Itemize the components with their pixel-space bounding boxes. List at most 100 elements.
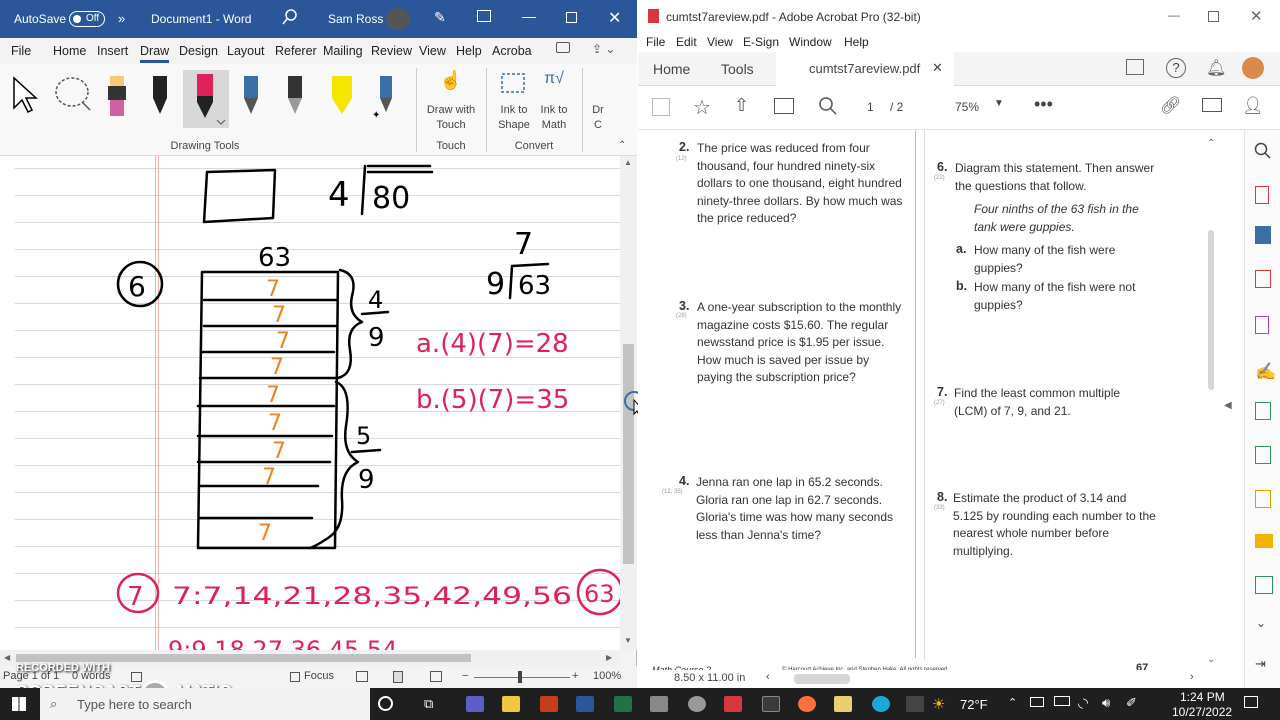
highlighter-yellow-icon[interactable]: [326, 72, 358, 122]
volume-icon[interactable]: 🔊︎: [1102, 695, 1110, 711]
document-canvas[interactable]: 4 80 63 7 9 63 6 777777777 4 9 5 9 a.(4)…: [0, 156, 620, 650]
menu-design[interactable]: Design: [179, 44, 218, 58]
add-user-icon[interactable]: 👤︎: [1242, 96, 1264, 116]
scroll-down-icon[interactable]: ▼: [624, 636, 632, 645]
print-icon[interactable]: [774, 98, 794, 114]
menu-layout[interactable]: Layout: [227, 44, 265, 58]
tab-home[interactable]: Home: [653, 61, 690, 77]
acrobat-maximize-icon[interactable]: [1208, 11, 1219, 22]
pen-black-icon[interactable]: [147, 72, 175, 122]
pane-search-icon[interactable]: [1254, 142, 1272, 163]
collapse-ribbon-icon[interactable]: ⌃: [618, 140, 626, 151]
acrobat-vertical-scrollbar[interactable]: ⌃ ⌄: [1203, 130, 1219, 670]
lasso-select-icon[interactable]: [52, 74, 96, 114]
avatar[interactable]: [386, 8, 410, 30]
notes-icon[interactable]: [834, 696, 852, 712]
tab-tools[interactable]: Tools: [721, 61, 754, 77]
search-icon[interactable]: [282, 9, 298, 28]
email-icon[interactable]: [1202, 98, 1222, 112]
calculator-icon[interactable]: [650, 696, 668, 712]
pen-icon[interactable]: ✎: [434, 9, 446, 26]
menu-review[interactable]: Review: [371, 44, 412, 58]
pencil-blue-icon[interactable]: [238, 72, 266, 122]
acro-scroll-thumb[interactable]: [1208, 230, 1214, 390]
ribbon-display-icon[interactable]: [477, 10, 491, 22]
hscroll-left-icon[interactable]: ‹: [766, 671, 770, 683]
more-pane-icon[interactable]: ⌄: [1256, 616, 1266, 630]
ribbon-cut-label-2[interactable]: C: [588, 119, 608, 131]
edge-icon[interactable]: [872, 696, 890, 712]
acro-menu-help[interactable]: Help: [844, 35, 869, 49]
highlighter-orange-icon[interactable]: [104, 72, 132, 122]
zoom-dropdown-icon[interactable]: ▼: [994, 98, 1004, 109]
acro-scroll-up-icon[interactable]: ⌃: [1207, 138, 1215, 149]
export-pdf-icon[interactable]: [1255, 226, 1271, 244]
zoom-slider-thumb[interactable]: [518, 671, 522, 683]
menu-view[interactable]: View: [419, 44, 446, 58]
compare-icon[interactable]: [1255, 446, 1271, 464]
scroll-up-icon[interactable]: ▲: [624, 158, 632, 167]
ink-to-math-button[interactable]: π√ Ink to Math: [534, 70, 574, 132]
autosave-toggle[interactable]: Off: [69, 11, 105, 27]
menu-help[interactable]: Help: [456, 44, 482, 58]
scroll-right-icon[interactable]: ▶: [606, 653, 612, 662]
camera-icon[interactable]: [688, 696, 706, 712]
app-icon[interactable]: [762, 696, 780, 712]
powerpoint-icon[interactable]: [540, 696, 558, 712]
zoom-out-icon[interactable]: −: [462, 670, 468, 682]
menu-draw[interactable]: Draw: [140, 44, 170, 63]
select-arrow-icon[interactable]: [10, 74, 40, 114]
draw-with-touch-button[interactable]: ☝ Draw with Touch: [420, 70, 482, 132]
ink-to-shape-button[interactable]: Ink to Shape: [494, 70, 534, 132]
windows-start-icon[interactable]: [12, 697, 26, 711]
notification-icon[interactable]: [1244, 696, 1258, 708]
more-tools-icon[interactable]: •••: [1034, 94, 1053, 115]
display-icon[interactable]: [1030, 697, 1044, 707]
zoom-in-icon[interactable]: +: [572, 670, 578, 682]
help-icon[interactable]: ?: [1166, 58, 1186, 78]
ribbon-cut-label-1[interactable]: Dr: [588, 104, 608, 116]
firefox-icon[interactable]: [798, 696, 816, 712]
acrobat-avatar[interactable]: [1242, 57, 1264, 79]
pen-tray-icon[interactable]: ✐: [1126, 695, 1137, 711]
tab-close-icon[interactable]: ✕: [932, 60, 943, 76]
acro-menu-view[interactable]: View: [707, 35, 733, 49]
organize-pages-icon[interactable]: [1255, 270, 1271, 288]
read-mode-icon[interactable]: [356, 671, 368, 682]
task-view-icon[interactable]: ⧉: [424, 696, 433, 712]
save-icon[interactable]: [652, 98, 670, 116]
menu-insert[interactable]: Insert: [97, 44, 128, 58]
menu-references[interactable]: Referer: [275, 44, 317, 58]
acro-hscroll-thumb[interactable]: [794, 674, 850, 684]
acro-scroll-down-icon[interactable]: ⌄: [1207, 654, 1215, 665]
comment-icon[interactable]: [556, 42, 570, 53]
pane-collapse-icon[interactable]: ⇥: [1255, 656, 1266, 672]
taskbar-search-box[interactable]: ⌕ Type here to search: [40, 688, 370, 720]
collapse-pane-icon[interactable]: ◀: [1224, 400, 1232, 411]
hscroll-right-icon[interactable]: ›: [1190, 671, 1194, 683]
word-scroll-thumb[interactable]: [623, 344, 634, 564]
acro-menu-file[interactable]: File: [646, 35, 665, 49]
print-layout-icon[interactable]: [393, 671, 403, 683]
status-focus[interactable]: Focus: [304, 670, 334, 682]
upload-icon[interactable]: ⇧: [734, 95, 749, 116]
acro-menu-window[interactable]: Window: [789, 35, 832, 49]
share-icon[interactable]: ⇪ ⌄: [592, 42, 615, 56]
battery-icon[interactable]: [1054, 696, 1070, 706]
export-icon[interactable]: [1255, 490, 1271, 508]
teams-icon[interactable]: [466, 696, 484, 712]
cortana-icon[interactable]: [378, 696, 393, 711]
comment-pane-icon[interactable]: [1255, 534, 1273, 548]
excel-icon[interactable]: [614, 696, 632, 712]
tray-chevron-icon[interactable]: ⌃: [1008, 696, 1017, 709]
action-pen-icon[interactable]: ✦: [372, 72, 400, 122]
acrobat-minimize-icon[interactable]: —: [1168, 8, 1180, 22]
acro-menu-esign[interactable]: E-Sign: [743, 35, 779, 49]
network-icon[interactable]: ◟◝: [1078, 695, 1088, 711]
acro-menu-edit[interactable]: Edit: [676, 35, 697, 49]
menu-mailings[interactable]: Mailing: [323, 44, 363, 58]
focus-icon[interactable]: [290, 672, 300, 682]
pencil-gray-icon[interactable]: [282, 72, 310, 122]
zoom-search-icon[interactable]: [818, 96, 838, 119]
pdf-page[interactable]: 2. (12) The price was reduced from four …: [648, 130, 1213, 675]
